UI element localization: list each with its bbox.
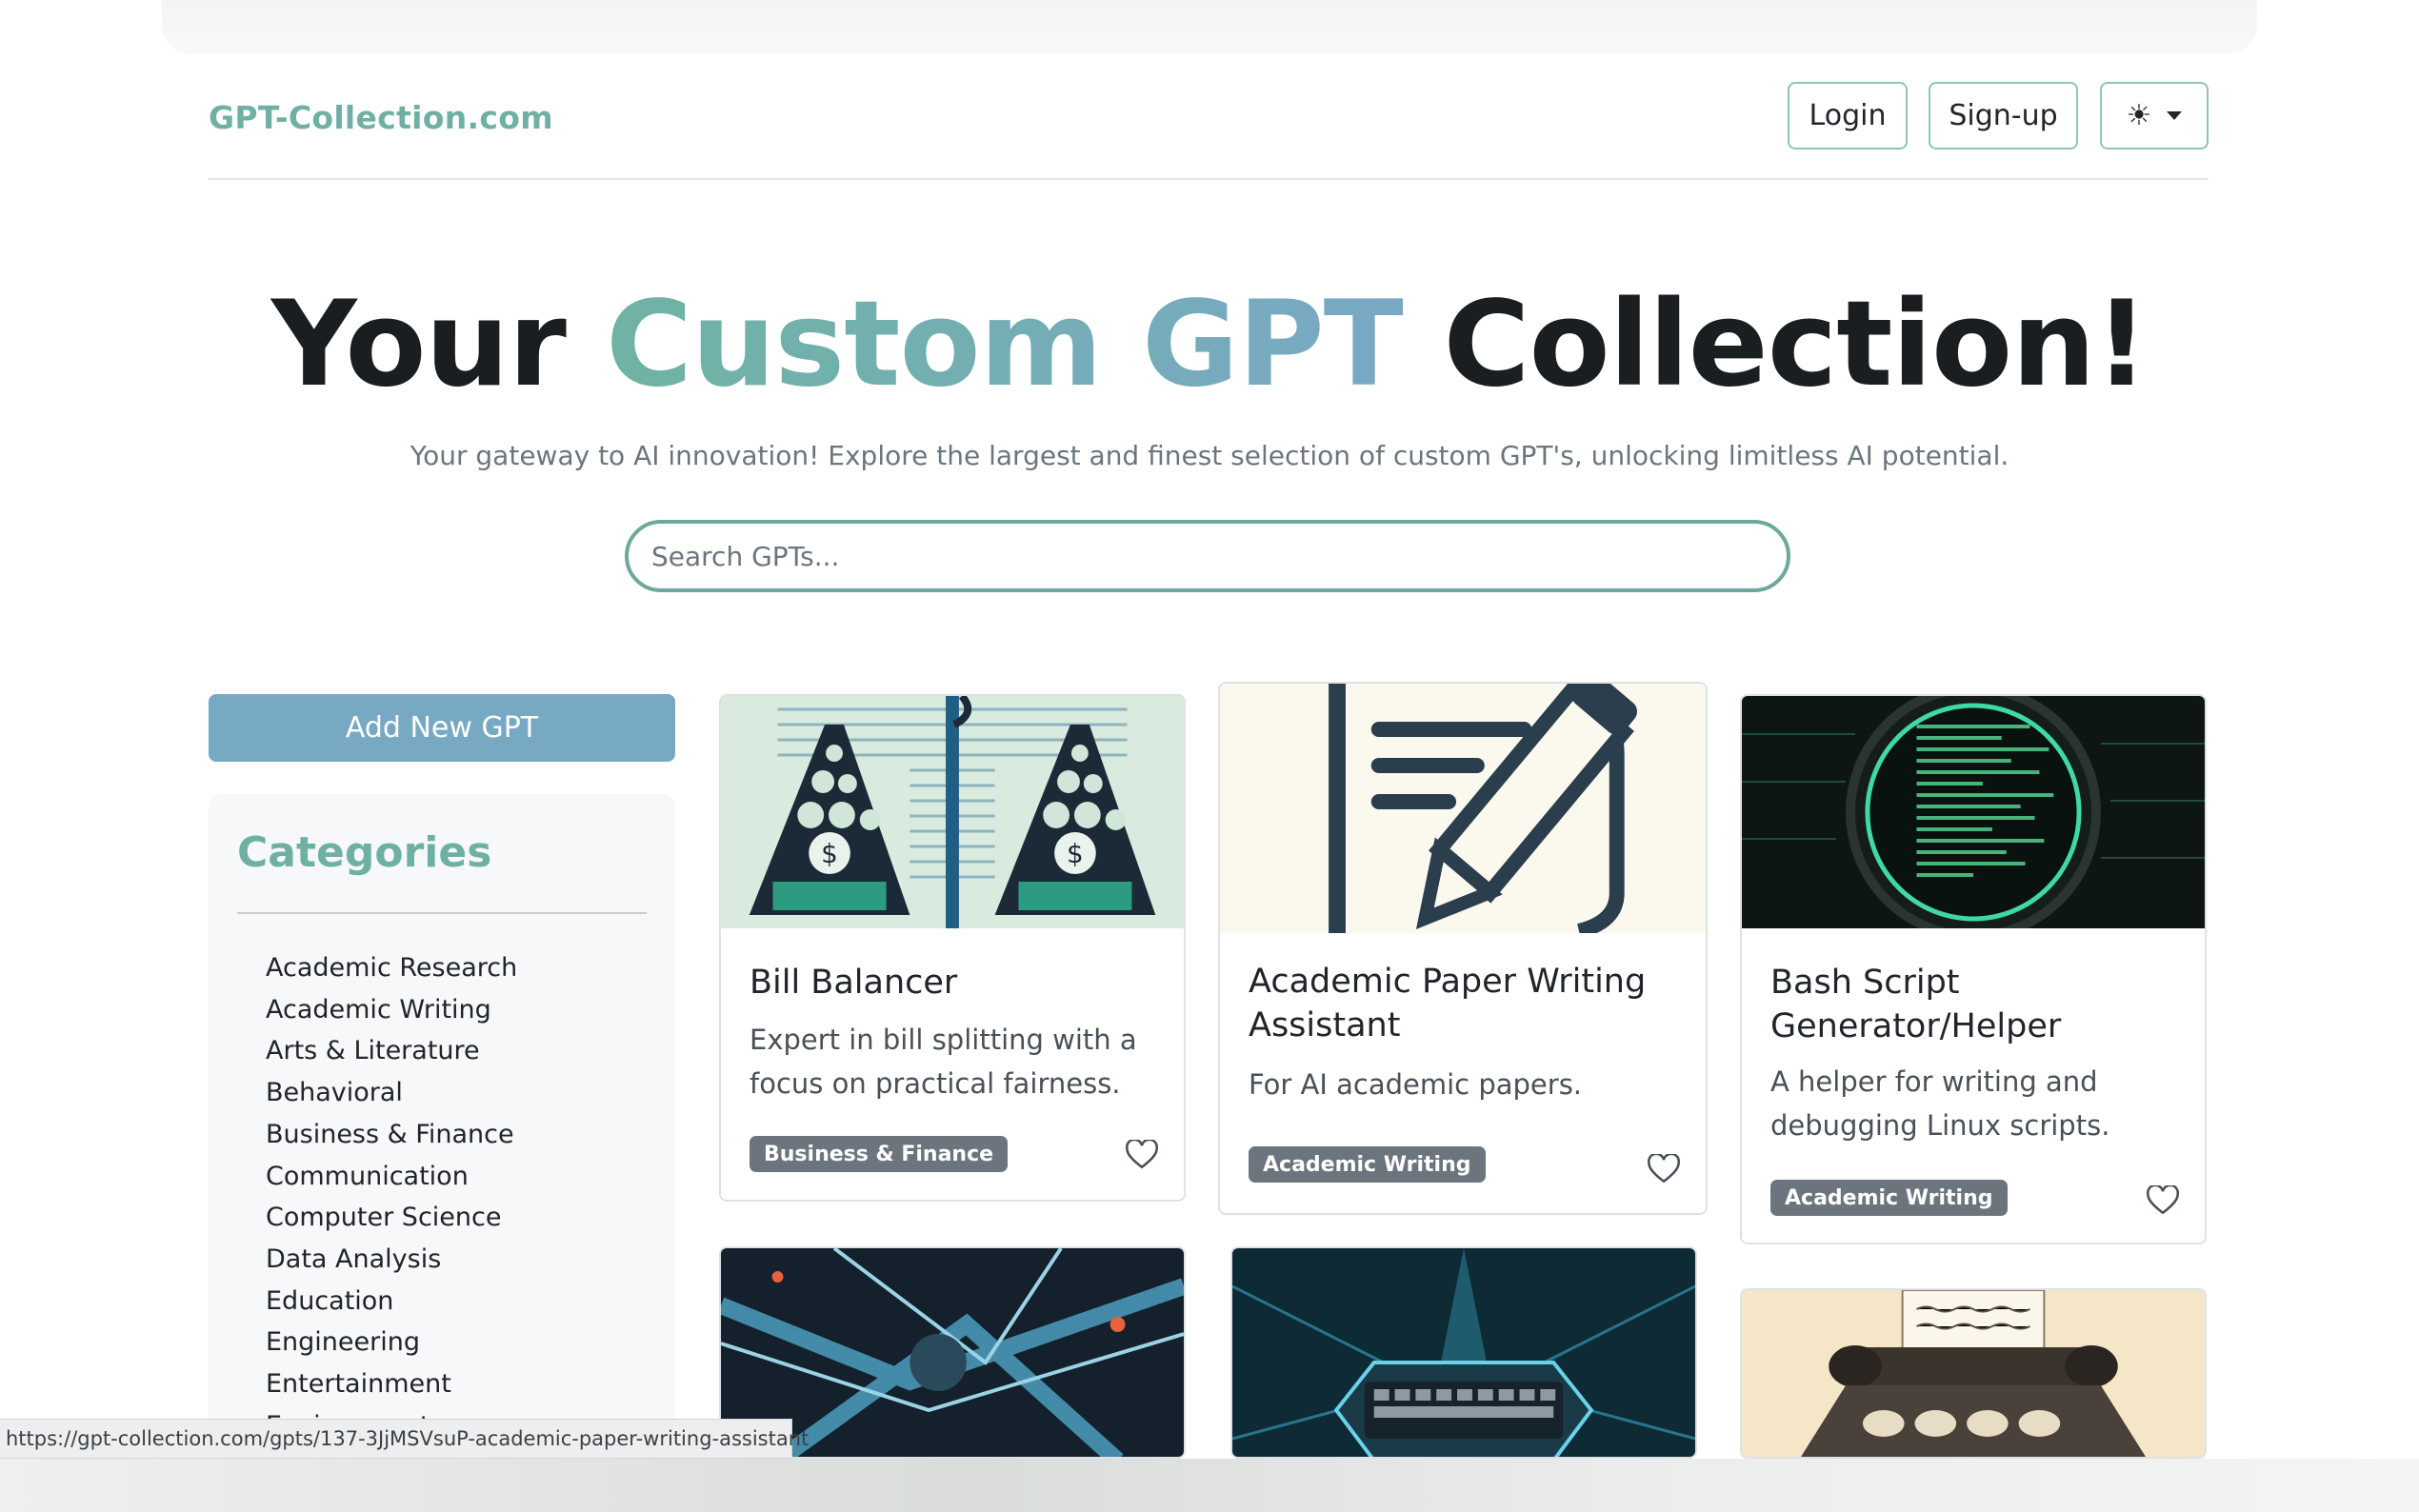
writing-assistant-image [1220,684,1706,933]
categories-panel: Categories Academic Research Academic Wr… [209,794,675,1461]
signup-button[interactable]: Sign-up [1929,82,2078,149]
hero-title-start: Your [270,276,567,413]
status-bar-url: https://gpt-collection.com/gpts/137-3JjM… [0,1419,809,1459]
card-description: A helper for writing and debugging Linux… [1770,1065,2110,1142]
categories-divider [237,912,647,914]
category-link[interactable]: Engineering [266,1322,517,1363]
header-divider [209,178,2209,180]
hero-title-end: Collection! [1443,276,2149,413]
bill-balancer-image: $ $ [721,696,1184,928]
categories-title: Categories [237,828,492,877]
keyboard-image [1232,1248,1695,1457]
gpt-card[interactable]: Academic Paper Writing Assistant For AI … [1218,682,1708,1215]
category-link[interactable]: Education [266,1281,517,1323]
categories-list: Academic Research Academic Writing Arts … [266,947,517,1446]
hero-subtitle: Your gateway to AI innovation! Explore t… [410,440,2009,471]
sun-icon: ☀ [2126,99,2152,132]
browser-bottom-fade [0,1459,2419,1512]
theme-toggle-button[interactable]: ☀ [2100,82,2209,149]
heart-icon[interactable] [1126,1140,1158,1170]
browser-top-fade [162,0,2257,53]
hero-title-accent: Custom GPT [606,276,1404,413]
category-link[interactable]: Behavioral [266,1072,517,1114]
gpt-card[interactable]: Bash Script Generator/Helper A helper fo… [1740,694,2207,1244]
brand-logo-link[interactable]: GPT-Collection.com [209,99,553,136]
category-link[interactable]: Communication [266,1156,517,1198]
heart-icon[interactable] [1648,1154,1680,1184]
card-title[interactable]: Academic Paper Writing Assistant [1249,960,1687,1047]
category-badge[interactable]: Academic Writing [1770,1180,2008,1216]
category-link[interactable]: Business & Finance [266,1114,517,1156]
card-description: For AI academic papers. [1249,1068,1583,1101]
category-link[interactable]: Arts & Literature [266,1030,517,1072]
gpt-card[interactable]: $ $ Bill Balancer Expert in bill splitti… [719,694,1186,1202]
svg-text:$: $ [821,838,838,869]
category-link[interactable]: Academic Writing [266,989,517,1031]
card-title[interactable]: Bill Balancer [750,961,957,1005]
category-link[interactable]: Computer Science [266,1197,517,1239]
category-badge[interactable]: Business & Finance [750,1136,1009,1172]
svg-text:$: $ [1067,838,1084,869]
hero-title: Your Custom GPT Collection! [0,276,2419,413]
add-new-gpt-button[interactable]: Add New GPT [209,694,675,762]
gpt-card[interactable] [1230,1246,1697,1459]
card-title[interactable]: Bash Script Generator/Helper [1770,961,2170,1048]
heart-icon[interactable] [2147,1185,2179,1216]
gpt-card[interactable] [1740,1288,2207,1459]
category-link[interactable]: Data Analysis [266,1239,517,1281]
bash-script-image [1742,696,2205,928]
search-input[interactable] [625,520,1790,592]
card-description: Expert in bill splitting with a focus on… [750,1024,1137,1100]
category-badge[interactable]: Academic Writing [1249,1146,1486,1183]
category-link[interactable]: Academic Research [266,947,517,989]
login-button[interactable]: Login [1788,82,1908,149]
caret-down-icon [2167,111,2183,120]
category-link[interactable]: Entertainment [266,1363,517,1405]
typewriter-image [1742,1290,2205,1457]
